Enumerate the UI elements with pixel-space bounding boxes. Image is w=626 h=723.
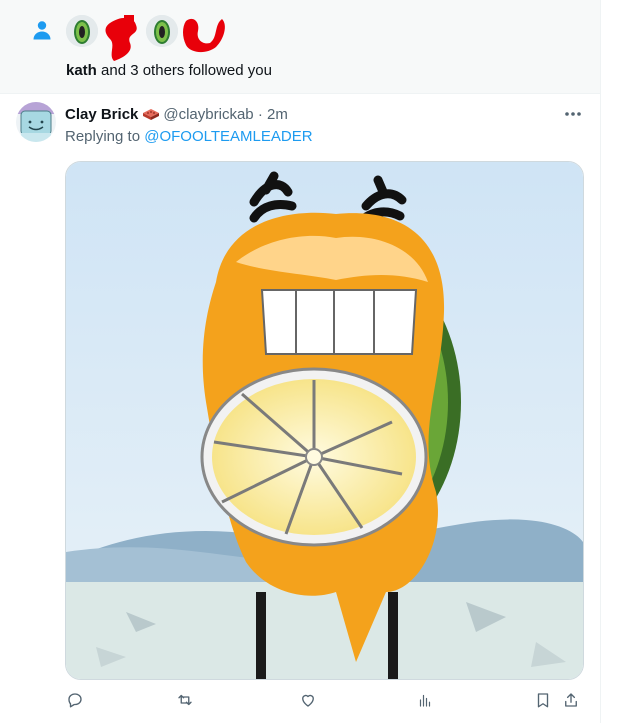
author-handle[interactable]: @claybrickab	[163, 106, 253, 123]
author-display-name[interactable]: Clay Brick	[65, 106, 138, 123]
notification-text: kath and 3 others followed you	[66, 62, 272, 79]
follower-avatar[interactable]	[66, 15, 98, 47]
reply-icon	[68, 693, 82, 708]
follow-notification[interactable]: kath and 3 others followed you	[0, 0, 600, 94]
more-icon	[565, 112, 581, 116]
bookmark-icon	[537, 693, 549, 708]
brick-icon	[142, 107, 160, 125]
share-icon	[565, 693, 577, 707]
tweet-actions	[65, 688, 585, 712]
more-button[interactable]	[560, 104, 586, 124]
person-icon	[33, 21, 51, 40]
tweet-header: Clay Brick @claybrickab · 2m	[65, 106, 288, 125]
timeline-column: kath and 3 others followed you Clay Bric…	[0, 0, 601, 723]
tweet-media-image[interactable]	[65, 161, 584, 680]
retweet-button[interactable]	[175, 690, 195, 710]
like-button[interactable]	[298, 690, 318, 710]
replying-prefix: Replying to	[65, 128, 145, 145]
notification-suffix: and 3 others followed you	[96, 62, 272, 79]
views-button[interactable]	[415, 690, 435, 710]
redaction-scribble	[105, 15, 137, 61]
reply-button[interactable]	[65, 690, 85, 710]
tweet[interactable]: Clay Brick @claybrickab · 2m Replying to …	[0, 94, 600, 723]
retweet-icon	[178, 694, 192, 706]
follower-avatar[interactable]	[146, 15, 178, 47]
views-icon	[419, 694, 431, 707]
lemon-mouth-drawing	[66, 162, 583, 679]
bookmark-button[interactable]	[533, 690, 553, 710]
replying-to-mention[interactable]: @OFOOLTEAMLEADER	[144, 128, 312, 145]
follower-name[interactable]: kath	[66, 62, 97, 79]
author-avatar[interactable]	[16, 102, 56, 142]
redaction-scribble	[183, 18, 225, 53]
tweet-timestamp[interactable]: 2m	[267, 106, 288, 123]
replying-to: Replying to @OFOOLTEAMLEADER	[65, 128, 313, 145]
like-icon	[302, 694, 314, 707]
share-button[interactable]	[561, 690, 581, 710]
